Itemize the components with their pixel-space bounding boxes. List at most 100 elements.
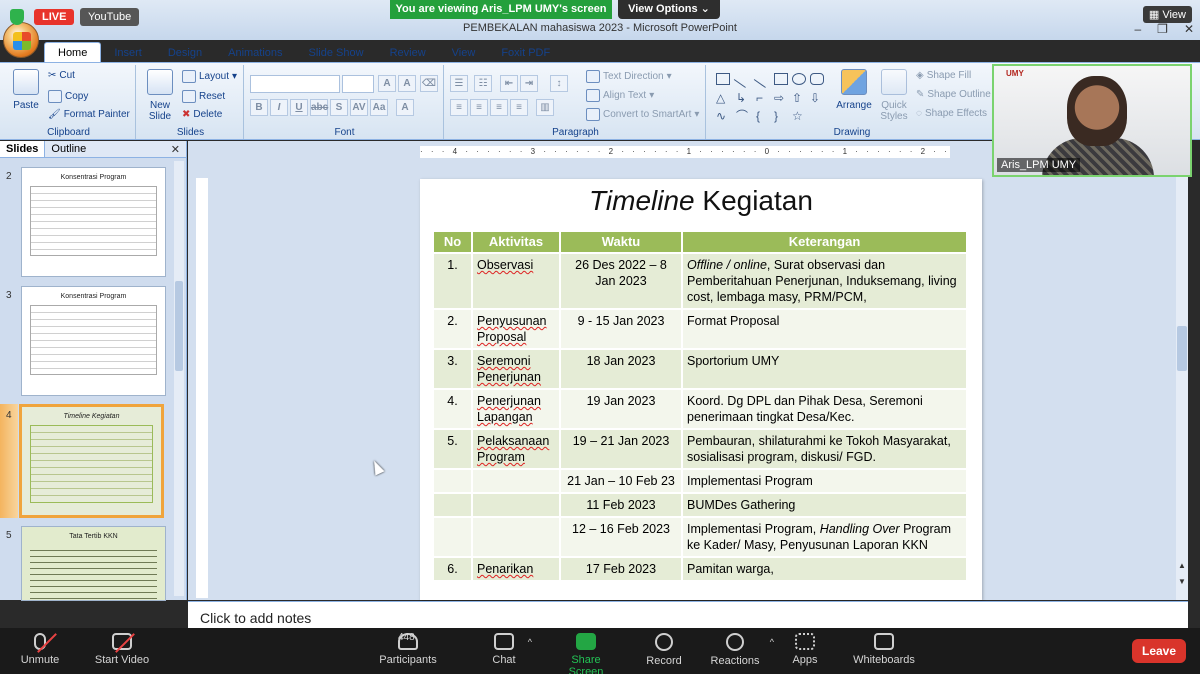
decrease-indent-icon[interactable]: ⇤ <box>500 75 518 92</box>
up-arrow-shape-icon[interactable]: ⇧ <box>792 92 806 105</box>
arrow-shape-icon[interactable] <box>753 70 773 88</box>
share-screen-button[interactable]: Share Screen <box>554 633 618 674</box>
new-slide-button[interactable]: New Slide <box>144 69 176 122</box>
paste-button[interactable]: Paste <box>10 69 42 111</box>
align-left-icon[interactable]: ≡ <box>450 99 468 116</box>
timeline-table[interactable]: No Aktivitas Waktu Keterangan 1. Observa… <box>434 232 968 580</box>
webcam-video[interactable]: UMY Aris_LPM UMY <box>992 64 1192 177</box>
whiteboards-button[interactable]: Whiteboards <box>852 633 916 666</box>
text-direction-button[interactable]: Text Direction ▾ <box>586 70 672 83</box>
tab-animations[interactable]: Animations <box>215 43 295 62</box>
delete-slide-button[interactable]: ✖ Delete <box>182 109 222 120</box>
line-spacing-icon[interactable]: ↕ <box>550 75 568 92</box>
arrange-button[interactable]: Arrange <box>836 69 872 111</box>
clear-format-icon[interactable]: ⌫ <box>420 75 438 92</box>
grow-font-icon[interactable]: A <box>378 75 396 92</box>
quick-styles-button[interactable]: Quick Styles <box>876 69 912 122</box>
char-spacing-icon[interactable]: AV <box>350 99 368 116</box>
unmute-button[interactable]: Unmute <box>20 633 60 666</box>
line-shape-icon[interactable] <box>733 70 753 88</box>
leave-button[interactable]: Leave <box>1132 639 1186 663</box>
record-button[interactable]: Record <box>646 633 682 667</box>
triangle-shape-icon[interactable]: △ <box>716 92 730 105</box>
copy-button[interactable]: Copy <box>48 90 88 103</box>
tab-slide-show[interactable]: Slide Show <box>296 43 377 62</box>
chevron-up-icon[interactable]: ^ <box>770 637 774 647</box>
live-badge[interactable]: LIVE <box>34 9 75 25</box>
restore-icon[interactable]: ❐ <box>1157 22 1168 36</box>
convert-smartart-button[interactable]: Convert to SmartArt ▾ <box>586 108 699 121</box>
office-button[interactable] <box>3 22 39 58</box>
chevron-up-icon[interactable]: ^ <box>528 637 532 647</box>
tab-view[interactable]: View <box>439 43 489 62</box>
shape-outline-button[interactable]: ✎ Shape Outline <box>916 89 991 100</box>
justify-icon[interactable]: ≡ <box>510 99 528 116</box>
chat-button[interactable]: Chat ^ <box>490 633 532 666</box>
font-name-combo[interactable] <box>250 75 340 93</box>
panel-scrollbar[interactable] <box>174 161 184 596</box>
shield-icon[interactable] <box>10 9 24 25</box>
font-size-combo[interactable] <box>342 75 374 93</box>
layout-button[interactable]: Layout ▾ <box>182 70 237 83</box>
brace-shape-icon[interactable]: { <box>756 110 770 123</box>
rounded-rect-shape-icon[interactable] <box>810 73 824 85</box>
elbow-shape-icon[interactable]: ⌐ <box>756 92 770 105</box>
align-center-icon[interactable]: ≡ <box>470 99 488 116</box>
shrink-font-icon[interactable]: A <box>398 75 416 92</box>
format-painter-button[interactable]: 🖌 Format Painter <box>48 109 130 120</box>
previous-slide-icon[interactable]: ▲ <box>1177 561 1187 571</box>
view-button[interactable]: ▦ View <box>1142 6 1192 23</box>
shape-effects-button[interactable]: ◌ Shape Effects <box>916 108 987 119</box>
close-icon[interactable]: ✕ <box>171 143 180 156</box>
start-video-button[interactable]: Start Video <box>94 633 150 666</box>
italic-icon[interactable]: I <box>270 99 288 116</box>
right-arrow-shape-icon[interactable]: ⇨ <box>774 92 788 105</box>
font-color-icon[interactable]: A <box>396 99 414 116</box>
slide-thumbnail-3[interactable]: Konsentrasi Program <box>21 286 166 396</box>
strikethrough-icon[interactable]: abc <box>310 99 328 116</box>
columns-icon[interactable]: ▥ <box>536 99 554 116</box>
tab-slides[interactable]: Slides <box>0 141 46 157</box>
connector-shape-icon[interactable]: ↳ <box>736 92 750 105</box>
oval-shape-icon[interactable] <box>792 73 806 85</box>
notes-pane[interactable]: Click to add notes <box>188 601 1188 628</box>
shadow-icon[interactable]: S <box>330 99 348 116</box>
cut-button[interactable]: ✂ Cut <box>48 70 75 81</box>
numbering-icon[interactable]: ☷ <box>474 75 492 92</box>
text-box-shape-icon[interactable] <box>716 73 730 85</box>
tab-design[interactable]: Design <box>155 43 215 62</box>
arc-shape-icon[interactable]: ⌒ <box>736 110 750 123</box>
align-text-button[interactable]: Align Text ▾ <box>586 89 654 102</box>
tab-outline[interactable]: Outline <box>45 141 92 157</box>
close-icon[interactable]: ✕ <box>1184 22 1194 36</box>
reactions-button[interactable]: Reactions ^ <box>710 633 774 667</box>
tab-insert[interactable]: Insert <box>101 43 155 62</box>
participants-button[interactable]: 448 Participants <box>378 632 438 666</box>
curve-shape-icon[interactable]: ∿ <box>716 110 730 123</box>
increase-indent-icon[interactable]: ⇥ <box>520 75 538 92</box>
scroll-thumb[interactable] <box>1177 326 1187 371</box>
underline-icon[interactable]: U <box>290 99 308 116</box>
rectangle-shape-icon[interactable] <box>774 73 788 85</box>
brace-right-shape-icon[interactable]: } <box>774 110 788 123</box>
align-right-icon[interactable]: ≡ <box>490 99 508 116</box>
next-slide-icon[interactable]: ▼ <box>1177 577 1187 587</box>
reset-button[interactable]: Reset <box>182 90 225 103</box>
youtube-badge[interactable]: YouTube <box>80 8 140 26</box>
tab-review[interactable]: Review <box>377 43 439 62</box>
slide-title[interactable]: Timeline Kegiatan <box>420 185 982 217</box>
slide-thumbnail-2[interactable]: Konsentrasi Program <box>21 167 166 277</box>
view-options-button[interactable]: View Options ⌄ <box>618 0 720 19</box>
editor-scrollbar[interactable]: ▲ ▼ <box>1176 141 1188 600</box>
bold-icon[interactable]: B <box>250 99 268 116</box>
slide-thumbnail-4[interactable]: Timeline Kegiatan <box>19 404 164 518</box>
scroll-thumb[interactable] <box>175 281 183 371</box>
change-case-icon[interactable]: Aa <box>370 99 388 116</box>
tab-home[interactable]: Home <box>44 42 102 62</box>
bullets-icon[interactable]: ☰ <box>450 75 468 92</box>
slide-thumbnail-5[interactable]: Tata Tertib KKN <box>21 526 166 601</box>
tab-foxit-pdf[interactable]: Foxit PDF <box>488 43 563 62</box>
slide-canvas[interactable]: Timeline Kegiatan No Aktivitas Waktu Ket… <box>420 179 982 600</box>
minimize-icon[interactable]: – <box>1134 22 1141 36</box>
star-shape-icon[interactable]: ☆ <box>792 110 806 123</box>
